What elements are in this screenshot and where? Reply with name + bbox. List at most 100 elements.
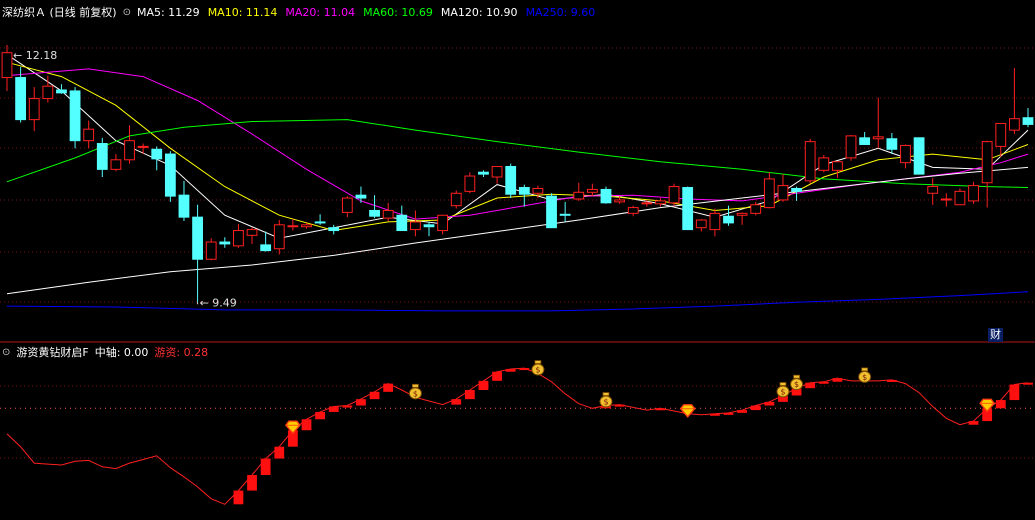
indicator-block <box>328 406 339 412</box>
candle <box>409 210 421 237</box>
candle <box>83 120 95 149</box>
candle <box>886 133 898 155</box>
candle <box>532 185 544 199</box>
indicator-block <box>709 413 720 416</box>
candle <box>709 208 721 237</box>
candle <box>287 219 299 231</box>
indicator-block <box>764 401 775 406</box>
candle <box>940 193 952 207</box>
candle <box>777 174 789 202</box>
ma-legend-item: MA250: 9.60 <box>525 6 596 19</box>
finance-badge[interactable]: 财 <box>988 328 1003 342</box>
ma-line-ma5 <box>6 54 1029 239</box>
indicator-block <box>832 378 843 382</box>
candle <box>763 172 775 209</box>
candle <box>164 151 176 202</box>
candle <box>818 155 830 173</box>
candle <box>1 45 13 91</box>
moving-average-lines <box>6 54 1029 312</box>
money-bag-icon: $ <box>776 382 790 398</box>
candle <box>954 188 966 206</box>
indicator-block <box>451 399 462 405</box>
indicator-block <box>247 475 257 491</box>
indicator-block <box>464 390 475 400</box>
candle <box>668 183 680 207</box>
candle <box>1022 108 1034 128</box>
ma-legend-item: MA10: 11.14 <box>207 6 278 19</box>
candle <box>260 231 272 252</box>
indicator-block <box>995 400 1006 409</box>
chart-canvas[interactable]: ← 12.18 ← 9.49 $ $ $ $ $ $ <box>0 0 1035 520</box>
indicator-legend-item: 游资: 0.28 <box>154 346 209 359</box>
circle-chevron-down-icon[interactable]: ⊙ <box>123 4 131 22</box>
candle <box>900 144 911 169</box>
candle <box>192 204 203 303</box>
candle <box>682 186 694 231</box>
candlestick-series[interactable] <box>1 45 1034 303</box>
candle <box>450 190 462 209</box>
indicator-block <box>805 382 816 389</box>
candle <box>273 220 285 255</box>
candle <box>96 137 108 177</box>
indicator-header: ⊙ 游资黄钻财启F 中轴: 0.00 游资: 0.28 <box>2 344 208 362</box>
main-chart-header: 深纺织Ａ (日线 前复权) ⊙ MA5: 11.29 MA10: 11.14 MA2… <box>2 4 595 22</box>
candle <box>804 138 816 184</box>
circle-chevron-down-icon[interactable]: ⊙ <box>2 344 10 362</box>
indicator-block <box>383 383 394 392</box>
candle <box>845 134 857 161</box>
indicator-block <box>315 411 326 420</box>
indicator-legend-item: 中轴: 0.00 <box>94 346 149 359</box>
candle <box>736 212 748 225</box>
ma-line-ma250 <box>6 291 1029 312</box>
candle <box>695 219 707 232</box>
candle <box>505 163 517 199</box>
indicator-title[interactable]: 游资黄钻财启F <box>16 344 88 362</box>
candle <box>382 202 394 221</box>
indicator-block <box>655 408 666 411</box>
candle <box>586 183 598 197</box>
ma-legend-item: MA20: 11.04 <box>285 6 356 19</box>
indicator-block <box>274 446 285 459</box>
money-bag-icon: $ <box>858 367 872 383</box>
indicator-block <box>369 391 380 400</box>
high-price-label: ← 12.18 <box>13 49 57 62</box>
ma-legend-item: MA120: 10.90 <box>440 6 518 19</box>
ma-legend-item: MA5: 11.29 <box>136 6 200 19</box>
money-bag-icon: $ <box>408 383 422 400</box>
money-bag-icon: $ <box>599 392 613 408</box>
indicator-block <box>301 419 312 431</box>
indicator-block <box>505 368 516 372</box>
candle <box>328 224 340 235</box>
indicator-block <box>356 399 366 406</box>
indicator-block <box>233 490 244 505</box>
candle <box>600 186 612 204</box>
svg-text:$: $ <box>603 398 608 407</box>
indicator-panel[interactable]: $ $ $ $ $ $ <box>6 360 1033 505</box>
low-price-label: ← 9.49 <box>200 296 237 309</box>
candle <box>151 146 163 171</box>
candle <box>124 125 135 164</box>
indicator-block <box>723 412 734 415</box>
candle <box>205 238 217 261</box>
indicator-block <box>492 371 502 381</box>
candle <box>28 87 40 132</box>
chart-title[interactable]: 深纺织Ａ (日线 前复权) <box>2 4 117 22</box>
ma-legend-item: MA60: 10.69 <box>363 6 433 19</box>
candle <box>927 177 939 205</box>
candle <box>478 170 489 177</box>
candle <box>219 237 231 248</box>
indicator-block <box>614 404 625 407</box>
money-bag-icon: $ <box>531 360 545 376</box>
indicator-block <box>519 368 530 371</box>
candle <box>872 97 884 149</box>
diamond-icon <box>679 404 696 418</box>
ma-legend: MA5: 11.29 MA10: 11.14 MA20: 11.04 MA60: 10… <box>137 4 595 22</box>
candle <box>423 221 435 237</box>
indicator-block <box>1023 382 1033 385</box>
candle <box>573 182 585 201</box>
candle <box>110 154 122 172</box>
svg-text:$: $ <box>413 389 418 398</box>
ma-line-ma10 <box>6 61 1029 232</box>
candle <box>995 122 1007 157</box>
candle <box>655 198 666 207</box>
